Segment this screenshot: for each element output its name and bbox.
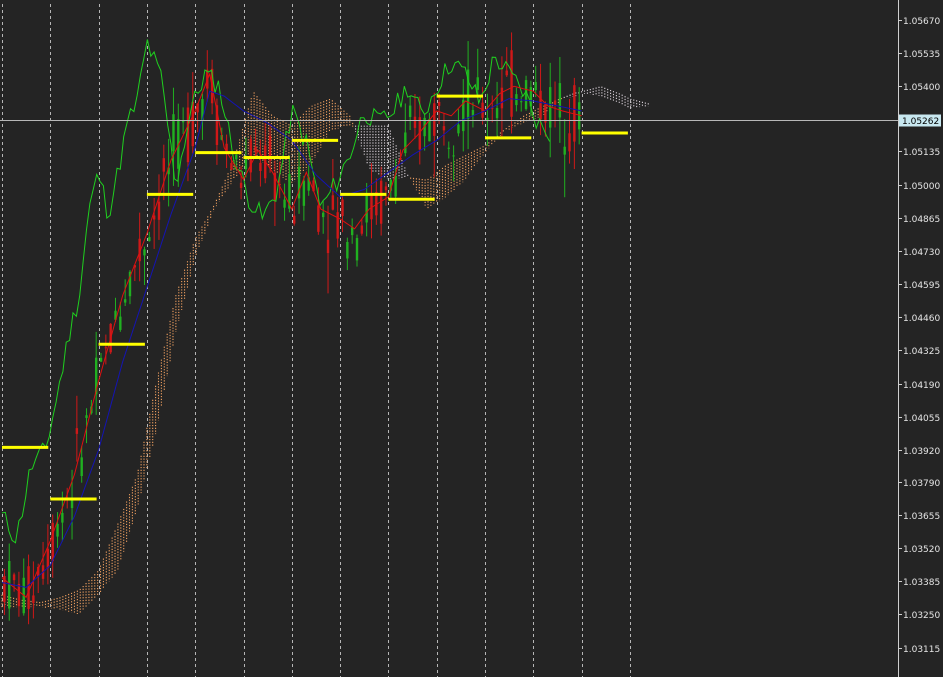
- candle-body: [544, 104, 547, 123]
- candle-body: [157, 201, 161, 220]
- y-tick-label: 1.04055: [903, 414, 940, 424]
- y-tick-label: 1.03655: [903, 512, 940, 522]
- y-tick-label: 1.03115: [903, 645, 940, 655]
- candle-body: [61, 512, 64, 523]
- candle-body: [568, 133, 571, 152]
- candle-body: [355, 238, 359, 261]
- y-tick-label: 1.05400: [903, 83, 940, 93]
- candle-body: [17, 583, 21, 607]
- candle-body: [447, 147, 450, 149]
- y-tick-label: 1.03520: [903, 545, 940, 555]
- y-tick-label: 1.04730: [903, 248, 940, 258]
- candle-body: [428, 119, 431, 142]
- y-tick-label: 1.04460: [903, 314, 940, 324]
- candle-body: [365, 195, 368, 223]
- candle-body: [51, 522, 54, 562]
- y-tick-label: 1.03250: [903, 611, 940, 621]
- candle-body: [162, 158, 166, 172]
- candle-body: [457, 124, 460, 134]
- y-tick-label: 1.04865: [903, 215, 940, 225]
- candle-body: [123, 299, 127, 303]
- y-tick-label: 1.03790: [903, 479, 940, 489]
- candle-body: [384, 186, 388, 191]
- candle-body: [283, 199, 286, 208]
- y-tick-label: 1.04325: [903, 347, 940, 357]
- candle-body: [346, 241, 349, 259]
- y-tick-label: 1.05135: [903, 148, 940, 158]
- y-tick-label: 1.04595: [903, 281, 940, 291]
- candle-body: [302, 180, 306, 206]
- y-tick-label: 1.04190: [903, 381, 940, 391]
- candle-body: [520, 101, 523, 103]
- candle-body: [46, 548, 50, 568]
- candle-body: [558, 83, 562, 118]
- candle-body: [539, 90, 542, 120]
- candle-body: [254, 146, 257, 152]
- candle-body: [413, 116, 417, 128]
- candle-body: [317, 205, 320, 232]
- candle-body: [259, 162, 262, 171]
- candle-body: [321, 212, 325, 218]
- candle-body: [500, 87, 504, 109]
- candle-body: [104, 347, 108, 349]
- price-label: 1.05262: [902, 117, 939, 127]
- y-tick-label: 1.03385: [903, 578, 940, 588]
- candle-body: [563, 146, 566, 155]
- candle-body: [452, 155, 455, 157]
- candle-body: [152, 215, 156, 220]
- candle-body: [85, 415, 88, 418]
- candle-body: [510, 50, 513, 117]
- y-tick-label: 1.05000: [903, 182, 940, 192]
- candle-body: [394, 175, 397, 197]
- candle-body: [244, 158, 248, 170]
- candle-body: [32, 595, 35, 604]
- candle-body: [148, 237, 151, 242]
- candle-body: [433, 103, 436, 136]
- candle-body: [442, 126, 446, 131]
- candle-body: [80, 457, 83, 477]
- candle-body: [370, 193, 373, 220]
- candle-body: [437, 101, 441, 106]
- candle-body: [12, 574, 16, 581]
- candle-body: [119, 316, 122, 330]
- candle-body: [341, 199, 344, 217]
- candle-body: [350, 227, 354, 236]
- candle-body: [191, 101, 194, 147]
- candle-body: [186, 107, 190, 163]
- candle-body: [27, 566, 30, 609]
- ichimoku-price-chart: 1.05262 1.05670 1.05535 1.05400 1.05135 1.05…: [0, 0, 943, 677]
- candle-body: [326, 239, 330, 254]
- candle-body: [239, 182, 243, 188]
- candle-body: [534, 82, 537, 91]
- y-tick-label: 1.05670: [903, 17, 940, 27]
- candle-body: [331, 195, 335, 210]
- candle-body: [404, 132, 407, 154]
- y-tick-label: 1.05535: [903, 50, 940, 60]
- candle-body: [235, 154, 238, 160]
- candle-body: [143, 249, 146, 256]
- chart-background: [0, 0, 943, 677]
- candle-body: [172, 114, 175, 152]
- candle-body: [336, 212, 339, 239]
- candle-body: [293, 215, 296, 224]
- candle-body: [495, 108, 499, 119]
- candle-body: [553, 100, 557, 105]
- candle-body: [505, 70, 508, 76]
- candle-body: [230, 163, 233, 170]
- candle-body: [408, 105, 412, 117]
- y-tick-label: 1.03920: [903, 447, 940, 457]
- candle-body: [360, 225, 364, 234]
- candle-body: [56, 523, 59, 537]
- candle-body: [476, 77, 479, 90]
- candle-body: [75, 428, 79, 434]
- candle-body: [99, 357, 103, 362]
